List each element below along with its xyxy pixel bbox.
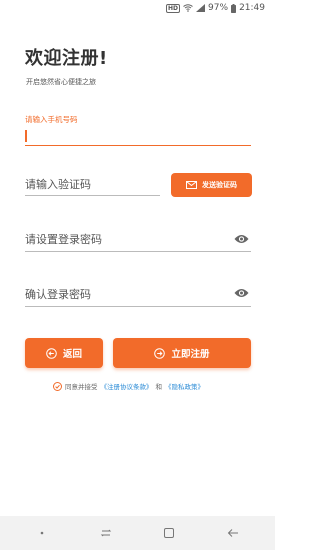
register-button[interactable]: 立即注册 <box>113 338 251 368</box>
verification-code-input[interactable] <box>25 176 160 196</box>
send-code-label: 发送验证码 <box>202 181 237 189</box>
text-caret <box>25 130 27 142</box>
page-subtitle: 开启悠然省心便捷之旅 <box>26 78 96 86</box>
battery-icon <box>231 3 237 13</box>
register-label: 立即注册 <box>171 349 210 360</box>
agreement-prefix: 同意并接受 <box>65 383 98 391</box>
enter-circle-icon <box>154 347 166 359</box>
clock: 21:49 <box>239 3 265 13</box>
hd-badge: HD <box>166 3 181 13</box>
phone-input[interactable] <box>25 128 251 146</box>
agreement-and: 和 <box>155 383 163 391</box>
back-button[interactable]: 返回 <box>25 338 103 368</box>
mail-icon <box>186 181 197 189</box>
dot-icon[interactable] <box>35 526 49 540</box>
signal-icon <box>196 4 206 12</box>
agreement-row: 同意并接受 《注册协议条款》 和 《隐私政策》 <box>53 381 204 391</box>
send-code-button[interactable]: 发送验证码 <box>171 173 252 197</box>
check-circle-icon[interactable] <box>53 381 62 391</box>
back-label: 返回 <box>62 349 82 360</box>
back-arrow-icon[interactable] <box>226 526 240 540</box>
eye-icon[interactable] <box>234 288 249 298</box>
back-circle-icon <box>46 347 57 359</box>
terms-link[interactable]: 《注册协议条款》 <box>101 381 153 391</box>
confirm-password-input[interactable] <box>25 285 251 307</box>
eye-icon[interactable] <box>234 234 249 244</box>
home-icon[interactable] <box>162 526 176 540</box>
battery-percent: 97% <box>208 3 229 13</box>
privacy-link[interactable]: 《隐私政策》 <box>165 381 204 391</box>
password-input[interactable] <box>25 230 251 252</box>
system-nav-bar <box>0 516 275 550</box>
page-title: 欢迎注册! <box>25 48 108 69</box>
wifi-icon <box>183 4 193 12</box>
recent-apps-icon[interactable] <box>99 526 113 540</box>
phone-label: 请输入手机号码 <box>25 115 78 124</box>
status-bar: HD 97% 21:49 <box>0 0 275 16</box>
